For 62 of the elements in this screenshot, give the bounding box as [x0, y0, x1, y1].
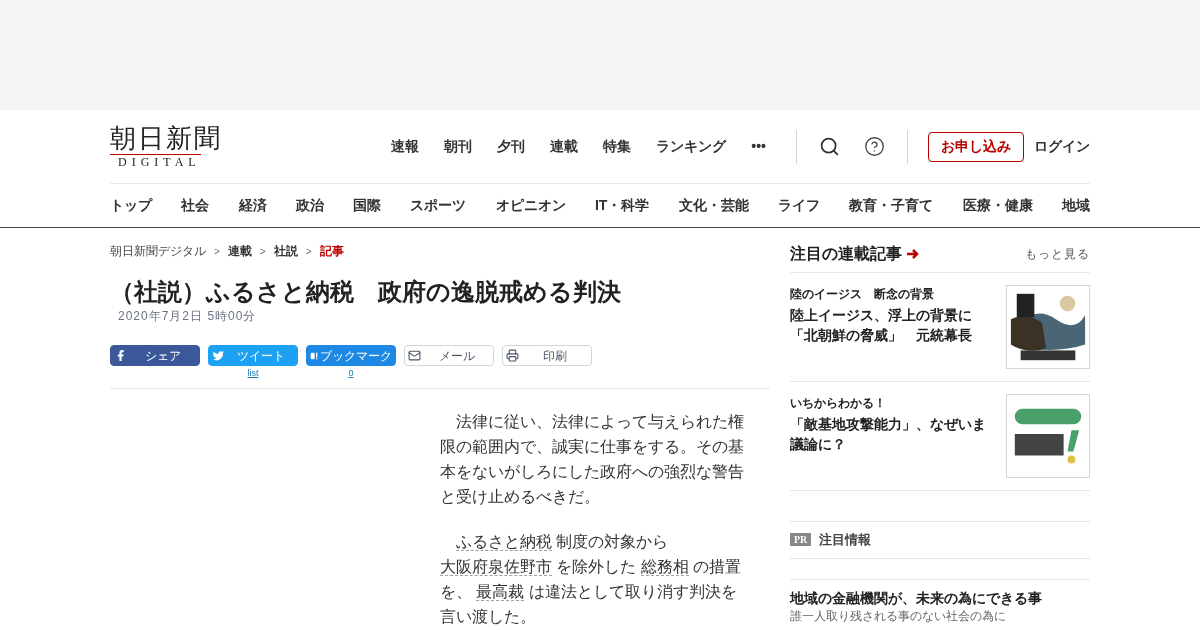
series-label: 陸のイージス 断念の背景: [790, 286, 935, 303]
share-count[interactable]: 0: [348, 367, 354, 381]
category-link[interactable]: トップ: [110, 195, 152, 216]
site-logo[interactable]: 朝日新聞 DIGITAL: [110, 124, 240, 169]
term-link[interactable]: ふるさと納税: [456, 532, 552, 551]
printer-icon: [506, 349, 519, 362]
subscribe-button[interactable]: お申し込み: [928, 131, 1024, 162]
pr-title: 注目情報: [819, 531, 872, 549]
breadcrumb-separator: >: [259, 244, 266, 259]
sidebar-article[interactable]: 陸のイージス 断念の背景 陸上イージス、浮上の背景に「北朝鮮の脅威」 元統幕長: [790, 273, 1090, 382]
category-link[interactable]: 地域: [1061, 195, 1090, 216]
share-button[interactable]: シェア: [110, 345, 200, 366]
share-button[interactable]: ブックマーク: [306, 345, 396, 366]
nav-link[interactable]: 速報: [391, 136, 420, 157]
category-link[interactable]: ライフ: [778, 195, 820, 216]
arrow-icon: [906, 248, 920, 260]
category-link[interactable]: オピニオン: [495, 195, 566, 216]
pr-headline[interactable]: 地域の金融機関が、未来の為にできる事: [790, 587, 1090, 609]
category-link[interactable]: 政治: [295, 195, 324, 216]
breadcrumb-link[interactable]: 社説: [273, 242, 298, 260]
category-link[interactable]: 教育・子育て: [849, 195, 934, 216]
share-count[interactable]: list: [247, 367, 259, 381]
nav-link[interactable]: 朝刊: [444, 136, 473, 157]
breadcrumb-link[interactable]: 朝日新聞デジタル: [110, 242, 206, 260]
more-link[interactable]: もっと見る: [1025, 245, 1090, 263]
nav-link[interactable]: 連載: [550, 136, 579, 157]
sidebar-title: 注目の連載記事: [790, 244, 902, 264]
login-link[interactable]: ログイン: [1034, 136, 1090, 157]
help-icon[interactable]: [864, 136, 885, 157]
category-link[interactable]: 経済: [238, 195, 267, 216]
bird-icon: [212, 349, 225, 362]
category-link[interactable]: 医療・健康: [962, 195, 1033, 216]
breadcrumb-separator: >: [214, 244, 220, 259]
share-button[interactable]: メール: [404, 345, 494, 366]
breadcrumb-link[interactable]: 連載: [227, 242, 252, 260]
category-link[interactable]: 文化・芸能: [678, 195, 749, 216]
category-link[interactable]: 国際: [353, 195, 382, 216]
pr-snippet: 誰一人取り残される事のない社会の為に: [790, 608, 1007, 623]
article-date: 2020年7月2日 5時00分: [118, 308, 258, 325]
article-headline: 陸上イージス、浮上の背景に「北朝鮮の脅威」 元統幕長: [790, 306, 973, 345]
mail-icon: [408, 349, 421, 362]
share-button[interactable]: 印刷: [502, 345, 592, 366]
search-icon[interactable]: [819, 136, 840, 157]
nav-link[interactable]: 特集: [603, 136, 632, 157]
term-link[interactable]: 大阪府泉佐野市: [440, 557, 552, 576]
article-paragraph: ふるさと納税 制度の対象から 大阪府泉佐野市 を除外した 総務相 の措置を、 最高裁 は違法として取り消す判決を言い渡した。: [440, 531, 743, 627]
series-label: いちからわかる！: [790, 395, 887, 412]
article-title: （社説）ふるさと納税 政府の逸脱戒める判決: [110, 277, 622, 307]
term-link[interactable]: 総務相: [640, 557, 689, 576]
article-paragraph: 法律に従い、法律によって与えられた権限の範囲内で、誠実に仕事をする。その基本をないがしろにした政府への強烈な警告と受け止めるべきだ。: [440, 411, 745, 507]
nav-link[interactable]: 夕刊: [497, 136, 526, 157]
sidebar-article[interactable]: いちからわかる！ 「敵基地攻撃能力」、なぜいま議論に？: [790, 382, 1090, 491]
breadcrumb-link[interactable]: 記事: [319, 242, 344, 260]
nav-link[interactable]: •••: [751, 136, 766, 157]
category-link[interactable]: IT・科学: [594, 195, 650, 216]
breadcrumb-separator: >: [305, 244, 312, 259]
pr-badge: PR: [790, 533, 812, 547]
category-link[interactable]: スポーツ: [410, 195, 467, 216]
article-headline: 「敵基地攻撃能力」、なぜいま議論に？: [790, 415, 987, 454]
term-link[interactable]: 最高裁: [476, 582, 525, 601]
category-link[interactable]: 社会: [181, 195, 210, 216]
nav-link[interactable]: ランキング: [656, 136, 727, 157]
